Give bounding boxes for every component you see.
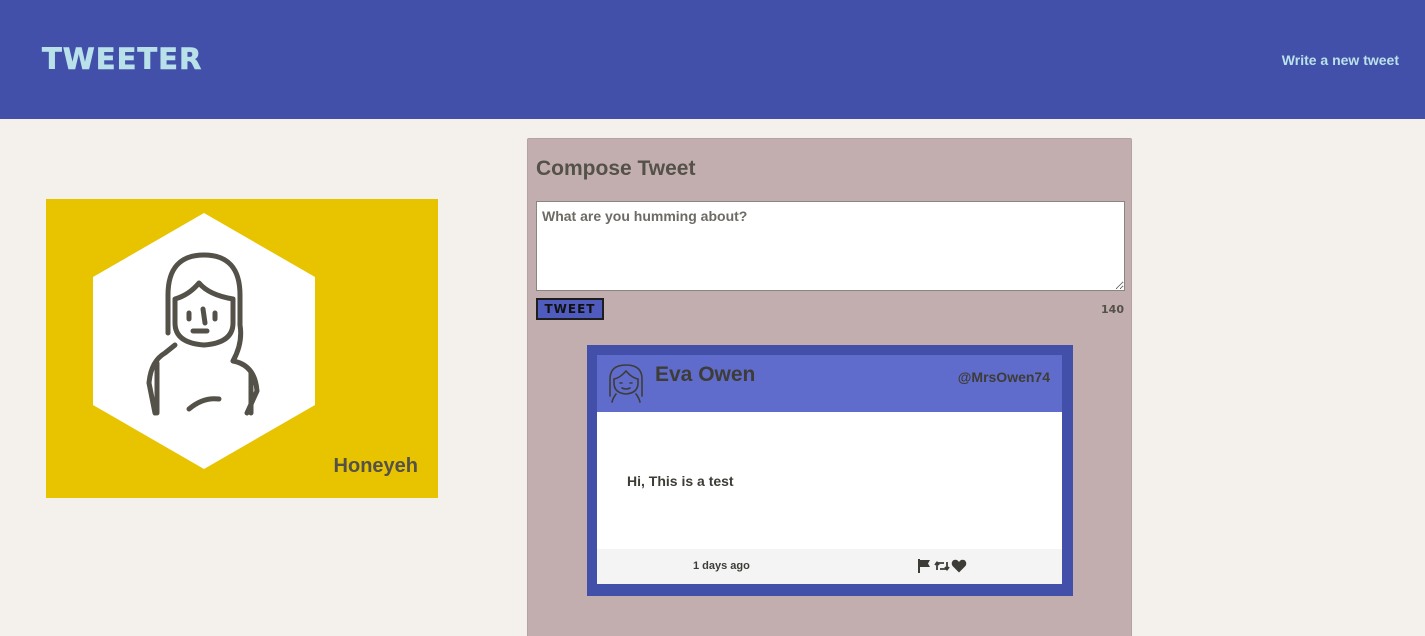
- profile-name: Honeyeh: [333, 455, 418, 477]
- compose-tweet-input[interactable]: [536, 201, 1125, 291]
- tweet-footer: 1 days ago: [597, 549, 1062, 584]
- user-avatar: [93, 213, 315, 469]
- character-counter: 140: [1101, 303, 1124, 316]
- profile-card: Honeyeh: [46, 199, 438, 498]
- main-container: Compose Tweet TWEET 140 Eva Owen @MrsOwe…: [527, 138, 1132, 636]
- tweet-content: Hi, This is a test: [627, 473, 734, 489]
- tweet-header: Eva Owen @MrsOwen74: [597, 355, 1062, 412]
- retweet-icon[interactable]: [934, 558, 950, 574]
- tweet-button[interactable]: TWEET: [536, 298, 604, 320]
- flag-icon[interactable]: [917, 558, 933, 574]
- tweet-author-avatar: [609, 364, 643, 403]
- tweet-body: Hi, This is a test: [597, 412, 1062, 549]
- tweet-card: Eva Owen @MrsOwen74 Hi, This is a test 1…: [587, 345, 1073, 596]
- top-nav: TWEETER Write a new tweet: [0, 0, 1425, 119]
- brand-logo[interactable]: TWEETER: [42, 42, 202, 77]
- tweet-timestamp: 1 days ago: [693, 560, 750, 572]
- tweet-author-handle: @MrsOwen74: [957, 369, 1050, 385]
- tweet-author-name: Eva Owen: [655, 363, 756, 386]
- tweet-actions: [917, 558, 967, 574]
- compose-title: Compose Tweet: [536, 157, 696, 180]
- write-new-tweet-link[interactable]: Write a new tweet: [1282, 52, 1399, 68]
- heart-icon[interactable]: [951, 558, 967, 574]
